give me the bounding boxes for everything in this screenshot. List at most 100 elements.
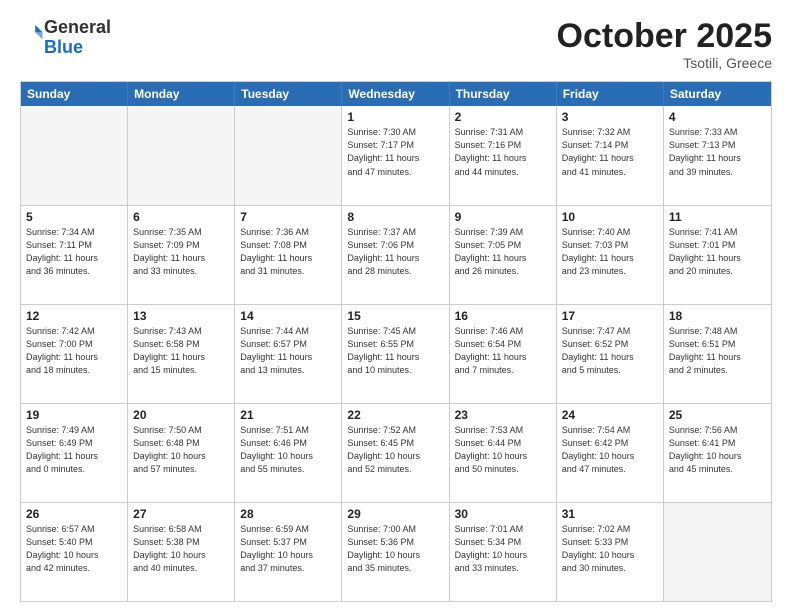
day-cell-21: 21Sunrise: 7:51 AM Sunset: 6:46 PM Dayli…	[235, 404, 342, 502]
day-info: Sunrise: 7:30 AM Sunset: 7:17 PM Dayligh…	[347, 126, 443, 178]
empty-cell	[128, 106, 235, 204]
day-cell-16: 16 Sunrise: 7:46 AM Sunset: 6:54 PM Dayli…	[450, 305, 557, 403]
day-info: Sunrise: 7:37 AM Sunset: 7:06 PM Dayligh…	[347, 226, 443, 278]
day-info: Sunrise: 7:40 AM Sunset: 7:03 PM Dayligh…	[562, 226, 658, 278]
day-number: 16	[455, 309, 551, 323]
header-day-friday: Friday	[557, 82, 664, 106]
calendar-header: SundayMondayTuesdayWednesdayThursdayFrid…	[21, 82, 771, 106]
day-info: Sunrise: 7:49 AM Sunset: 6:49 PM Dayligh…	[26, 424, 122, 476]
day-cell-23: 23Sunrise: 7:53 AM Sunset: 6:44 PM Dayli…	[450, 404, 557, 502]
day-cell-1: 1 Sunrise: 7:30 AM Sunset: 7:17 PM Daylig…	[342, 106, 449, 204]
day-cell-24: 24 Sunrise: 7:54 AM Sunset: 6:42 PM Dayli…	[557, 404, 664, 502]
header-day-tuesday: Tuesday	[235, 82, 342, 106]
day-cell-3: 3 Sunrise: 7:32 AM Sunset: 7:14 PM Daylig…	[557, 106, 664, 204]
day-info: Sunrise: 7:47 AM Sunset: 6:52 PM Dayligh…	[562, 325, 658, 377]
day-info: Sunrise: 7:42 AM Sunset: 7:00 PM Dayligh…	[26, 325, 122, 377]
day-number: 4	[669, 110, 766, 124]
day-number: 7	[240, 210, 336, 224]
day-number: 9	[455, 210, 551, 224]
day-number: 18	[669, 309, 766, 323]
day-info: Sunrise: 7:39 AM Sunset: 7:05 PM Dayligh…	[455, 226, 551, 278]
day-info: Sunrise: 7:36 AM Sunset: 7:08 PM Dayligh…	[240, 226, 336, 278]
day-cell-26: 26 Sunrise: 6:57 AM Sunset: 5:40 PM Dayli…	[21, 503, 128, 601]
day-cell-18: 18 Sunrise: 7:48 AM Sunset: 6:51 PM Dayli…	[664, 305, 771, 403]
day-info: Sunrise: 7:56 AM Sunset: 6:41 PM Dayligh…	[669, 424, 766, 476]
day-number: 25	[669, 408, 766, 422]
day-info: Sunrise: 6:57 AM Sunset: 5:40 PM Dayligh…	[26, 523, 122, 575]
day-number: 2	[455, 110, 551, 124]
empty-cell	[664, 503, 771, 601]
day-info: Sunrise: 7:01 AM Sunset: 5:34 PM Dayligh…	[455, 523, 551, 575]
page: General Blue October 2025 Tsotili, Greec…	[0, 0, 792, 612]
calendar-row-0: 1 Sunrise: 7:30 AM Sunset: 7:17 PM Daylig…	[21, 106, 771, 204]
day-info: Sunrise: 7:31 AM Sunset: 7:16 PM Dayligh…	[455, 126, 551, 178]
day-cell-9: 9 Sunrise: 7:39 AM Sunset: 7:05 PM Daylig…	[450, 206, 557, 304]
header-day-sunday: Sunday	[21, 82, 128, 106]
header-day-thursday: Thursday	[450, 82, 557, 106]
header: General Blue October 2025 Tsotili, Greec…	[20, 18, 772, 71]
header-day-wednesday: Wednesday	[342, 82, 449, 106]
logo-icon	[22, 22, 44, 44]
day-number: 30	[455, 507, 551, 521]
day-number: 31	[562, 507, 658, 521]
day-number: 24	[562, 408, 658, 422]
day-cell-27: 27Sunrise: 6:58 AM Sunset: 5:38 PM Dayli…	[128, 503, 235, 601]
day-number: 14	[240, 309, 336, 323]
calendar: SundayMondayTuesdayWednesdayThursdayFrid…	[20, 81, 772, 602]
day-number: 23	[455, 408, 551, 422]
day-number: 1	[347, 110, 443, 124]
day-cell-15: 15 Sunrise: 7:45 AM Sunset: 6:55 PM Dayli…	[342, 305, 449, 403]
day-number: 10	[562, 210, 658, 224]
day-number: 28	[240, 507, 336, 521]
day-number: 12	[26, 309, 122, 323]
day-info: Sunrise: 7:45 AM Sunset: 6:55 PM Dayligh…	[347, 325, 443, 377]
day-cell-8: 8 Sunrise: 7:37 AM Sunset: 7:06 PM Daylig…	[342, 206, 449, 304]
day-number: 11	[669, 210, 766, 224]
calendar-row-2: 12 Sunrise: 7:42 AM Sunset: 7:00 PM Dayli…	[21, 304, 771, 403]
day-info: Sunrise: 7:32 AM Sunset: 7:14 PM Dayligh…	[562, 126, 658, 178]
day-number: 19	[26, 408, 122, 422]
day-cell-12: 12 Sunrise: 7:42 AM Sunset: 7:00 PM Dayli…	[21, 305, 128, 403]
day-number: 3	[562, 110, 658, 124]
day-cell-10: 10 Sunrise: 7:40 AM Sunset: 7:03 PM Dayli…	[557, 206, 664, 304]
day-number: 8	[347, 210, 443, 224]
day-cell-7: 7 Sunrise: 7:36 AM Sunset: 7:08 PM Daylig…	[235, 206, 342, 304]
day-cell-5: 5 Sunrise: 7:34 AM Sunset: 7:11 PM Daylig…	[21, 206, 128, 304]
day-info: Sunrise: 7:41 AM Sunset: 7:01 PM Dayligh…	[669, 226, 766, 278]
day-number: 29	[347, 507, 443, 521]
day-cell-11: 11 Sunrise: 7:41 AM Sunset: 7:01 PM Dayli…	[664, 206, 771, 304]
day-number: 27	[133, 507, 229, 521]
day-info: Sunrise: 7:35 AM Sunset: 7:09 PM Dayligh…	[133, 226, 229, 278]
calendar-row-4: 26 Sunrise: 6:57 AM Sunset: 5:40 PM Dayli…	[21, 502, 771, 601]
day-cell-2: 2 Sunrise: 7:31 AM Sunset: 7:16 PM Daylig…	[450, 106, 557, 204]
logo: General Blue	[20, 18, 111, 58]
calendar-row-3: 19 Sunrise: 7:49 AM Sunset: 6:49 PM Dayli…	[21, 403, 771, 502]
day-cell-13: 13Sunrise: 7:43 AM Sunset: 6:58 PM Dayli…	[128, 305, 235, 403]
empty-cell	[21, 106, 128, 204]
day-info: Sunrise: 7:02 AM Sunset: 5:33 PM Dayligh…	[562, 523, 658, 575]
day-info: Sunrise: 7:52 AM Sunset: 6:45 PM Dayligh…	[347, 424, 443, 476]
header-day-monday: Monday	[128, 82, 235, 106]
day-number: 5	[26, 210, 122, 224]
day-info: Sunrise: 7:46 AM Sunset: 6:54 PM Dayligh…	[455, 325, 551, 377]
day-info: Sunrise: 7:50 AM Sunset: 6:48 PM Dayligh…	[133, 424, 229, 476]
empty-cell	[235, 106, 342, 204]
day-cell-22: 22Sunrise: 7:52 AM Sunset: 6:45 PM Dayli…	[342, 404, 449, 502]
day-info: Sunrise: 7:33 AM Sunset: 7:13 PM Dayligh…	[669, 126, 766, 178]
day-info: Sunrise: 7:34 AM Sunset: 7:11 PM Dayligh…	[26, 226, 122, 278]
logo-blue-text: Blue	[44, 37, 83, 57]
day-info: Sunrise: 7:48 AM Sunset: 6:51 PM Dayligh…	[669, 325, 766, 377]
day-info: Sunrise: 7:00 AM Sunset: 5:36 PM Dayligh…	[347, 523, 443, 575]
day-info: Sunrise: 7:54 AM Sunset: 6:42 PM Dayligh…	[562, 424, 658, 476]
month-title: October 2025	[557, 18, 772, 55]
day-cell-4: 4 Sunrise: 7:33 AM Sunset: 7:13 PM Daylig…	[664, 106, 771, 204]
calendar-body: 1 Sunrise: 7:30 AM Sunset: 7:17 PM Daylig…	[21, 106, 771, 601]
day-number: 26	[26, 507, 122, 521]
day-number: 15	[347, 309, 443, 323]
day-cell-25: 25 Sunrise: 7:56 AM Sunset: 6:41 PM Dayli…	[664, 404, 771, 502]
logo-general-text: General	[44, 17, 111, 37]
header-day-saturday: Saturday	[664, 82, 771, 106]
day-number: 17	[562, 309, 658, 323]
day-info: Sunrise: 7:44 AM Sunset: 6:57 PM Dayligh…	[240, 325, 336, 377]
title-block: October 2025 Tsotili, Greece	[557, 18, 772, 71]
